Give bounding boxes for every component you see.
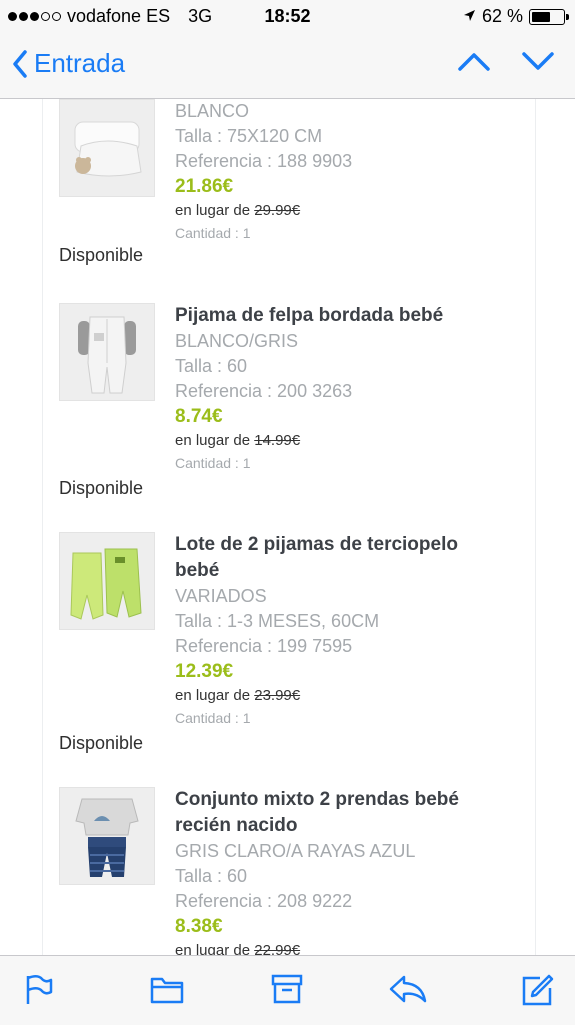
strikethrough-price: 23.99€ bbox=[254, 687, 301, 704]
reply-button[interactable] bbox=[388, 974, 428, 1009]
item-reference: Referencia : 199 7595 bbox=[175, 636, 353, 656]
item-original-price: en lugar de 29.99€ bbox=[175, 202, 301, 219]
item-price: 8.38€ bbox=[175, 916, 223, 937]
compose-button[interactable] bbox=[520, 974, 554, 1013]
move-to-folder-button[interactable] bbox=[150, 974, 184, 1009]
item-original-price: en lugar de 23.99€ bbox=[175, 687, 301, 704]
flag-button[interactable] bbox=[24, 974, 54, 1011]
mail-toolbar bbox=[0, 955, 575, 1025]
next-message-button[interactable] bbox=[521, 50, 555, 77]
chevron-left-icon bbox=[13, 49, 27, 78]
archive-icon bbox=[271, 974, 303, 1004]
item-original-price: en lugar de 14.99€ bbox=[175, 432, 301, 449]
archive-button[interactable] bbox=[271, 974, 303, 1009]
location-arrow-icon bbox=[463, 6, 476, 27]
item-quantity: Cantidad : 1 bbox=[175, 710, 251, 726]
product-image-pajama bbox=[59, 303, 155, 401]
item-size: Talla : 60 bbox=[175, 356, 248, 376]
chevron-down-icon bbox=[522, 52, 554, 70]
strikethrough-price: 14.99€ bbox=[254, 432, 301, 449]
availability-label: Disponible bbox=[59, 245, 144, 265]
product-image-outfit-set bbox=[59, 787, 155, 885]
back-label: Entrada bbox=[34, 48, 126, 78]
flag-icon bbox=[26, 975, 53, 1004]
item-size: Talla : 75X120 CM bbox=[175, 126, 323, 146]
item-name: Conjunto mixto 2 prendas bebé recién nac… bbox=[175, 789, 459, 836]
item-color: GRIS CLARO/A RAYAS AZUL bbox=[175, 841, 416, 861]
product-image-velvet-pajamas bbox=[59, 532, 155, 630]
order-items-panel: BLANCO Talla : 75X120 CM Referencia : 18… bbox=[42, 99, 536, 955]
battery-level bbox=[532, 11, 550, 22]
status-right: 62 % bbox=[463, 6, 569, 27]
message-navigation bbox=[457, 50, 555, 77]
item-original-price: en lugar de 22.99€ bbox=[175, 940, 515, 955]
item-quantity: Cantidad : 1 bbox=[175, 225, 251, 241]
item-color: BLANCO/GRIS bbox=[175, 331, 299, 351]
strikethrough-price: 29.99€ bbox=[254, 202, 301, 219]
availability-label: Disponible bbox=[59, 733, 144, 753]
product-image-bedding bbox=[59, 99, 155, 197]
battery-icon bbox=[529, 8, 569, 25]
item-name: Pijama de felpa bordada bebé bbox=[175, 305, 444, 326]
item-quantity: Cantidad : 1 bbox=[175, 455, 251, 471]
strikethrough-price: 22.99€ bbox=[254, 942, 301, 955]
back-button[interactable]: Entrada bbox=[12, 48, 125, 79]
item-name: Lote de 2 pijamas de terciopelo bebé bbox=[175, 534, 458, 581]
item-price: 8.74€ bbox=[175, 406, 223, 427]
item-size: Talla : 60 bbox=[175, 866, 248, 886]
status-bar: vodafone ES 3G 18:52 62 % bbox=[0, 0, 575, 34]
item-reference: Referencia : 188 9903 bbox=[175, 151, 353, 171]
battery-percentage: 62 % bbox=[481, 6, 523, 26]
item-reference: Referencia : 200 3263 bbox=[175, 381, 353, 401]
email-body[interactable]: BLANCO Talla : 75X120 CM Referencia : 18… bbox=[0, 99, 575, 955]
chevron-up-icon bbox=[458, 53, 490, 71]
item-color: BLANCO bbox=[175, 101, 250, 121]
folder-icon bbox=[150, 977, 184, 1004]
item-reference: Referencia : 208 9222 bbox=[175, 891, 353, 911]
previous-message-button[interactable] bbox=[457, 50, 491, 77]
item-color: VARIADOS bbox=[175, 586, 267, 606]
availability-label: Disponible bbox=[59, 478, 144, 498]
compose-icon bbox=[522, 974, 554, 1006]
reply-icon bbox=[389, 975, 427, 1003]
item-size: Talla : 1-3 MESES, 60CM bbox=[175, 611, 380, 631]
nav-bar: Entrada bbox=[0, 34, 575, 99]
item-price: 21.86€ bbox=[175, 176, 234, 197]
item-price: 12.39€ bbox=[175, 661, 234, 682]
